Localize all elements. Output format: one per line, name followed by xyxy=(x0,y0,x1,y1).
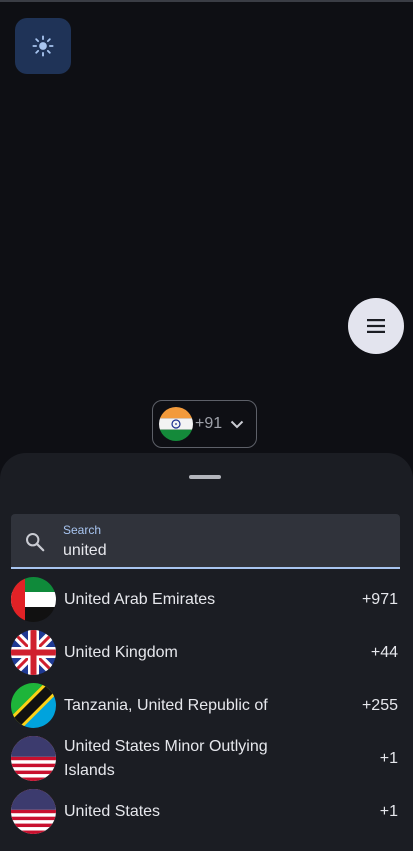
country-dial-code: +255 xyxy=(361,696,398,714)
list-item[interactable]: United States +1 xyxy=(0,785,413,838)
search-field[interactable]: Search xyxy=(11,514,400,569)
sun-icon xyxy=(32,35,54,57)
search-input[interactable] xyxy=(63,540,383,562)
status-divider xyxy=(0,0,413,2)
menu-button[interactable] xyxy=(348,298,404,354)
country-name: Tanzania, United Republic of xyxy=(64,696,268,714)
country-dial-code: +1 xyxy=(379,802,398,820)
country-dial-code: +44 xyxy=(370,643,398,661)
usa-flag-icon xyxy=(11,736,56,781)
country-picker-sheet: Search United Arab Emirates +971 xyxy=(0,453,413,851)
country-name: United Arab Emirates xyxy=(64,590,216,608)
selected-dial-code: +91 xyxy=(195,415,223,432)
uk-flag-icon xyxy=(11,630,56,675)
country-dial-code: +1 xyxy=(379,749,398,767)
list-item[interactable]: United Kingdom +44 xyxy=(0,626,413,679)
list-item[interactable]: Tanzania, United Republic of +255 xyxy=(0,679,413,732)
country-dial-code: +971 xyxy=(361,590,398,608)
country-list: United Arab Emirates +971 United Kingdom xyxy=(0,573,413,838)
search-icon xyxy=(24,531,46,553)
search-label: Search xyxy=(63,523,102,537)
country-name: United States xyxy=(64,802,161,820)
india-flag-icon xyxy=(159,407,193,441)
country-code-picker[interactable]: +91 xyxy=(152,400,257,448)
uae-flag-icon xyxy=(11,577,56,622)
list-item[interactable]: United Arab Emirates +971 xyxy=(0,573,413,626)
list-item[interactable]: United States Minor Outlying Islands +1 xyxy=(0,732,413,785)
country-name: United Kingdom xyxy=(64,643,178,661)
theme-toggle-button[interactable] xyxy=(15,18,71,74)
country-name: United States Minor Outlying Islands xyxy=(64,737,268,779)
menu-icon xyxy=(366,319,386,333)
chevron-down-icon xyxy=(230,420,244,429)
drag-handle[interactable] xyxy=(189,475,221,479)
tanzania-flag-icon xyxy=(11,683,56,728)
usa-flag-icon xyxy=(11,789,56,834)
